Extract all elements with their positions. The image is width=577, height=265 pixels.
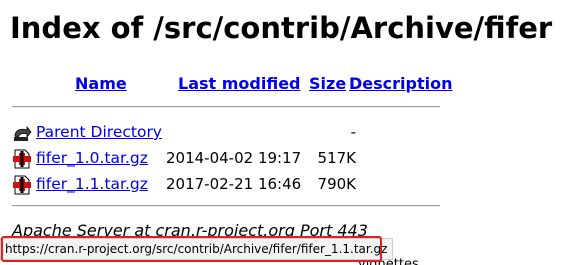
file-link[interactable]: fifer_1.0.tar.gz	[36, 147, 148, 169]
compressed-file-icon	[12, 175, 32, 195]
table-row-parent: Parent Directory -	[12, 121, 452, 143]
back-arrow-icon	[12, 123, 32, 143]
sort-by-size-link[interactable]: Size	[309, 74, 346, 94]
status-url-highlight-box	[1, 236, 382, 262]
directory-listing-page: Index of /src/contrib/Archive/fifer Name…	[0, 0, 577, 265]
compressed-file-icon	[12, 149, 32, 169]
table-row: fifer_1.1.tar.gz 2017-02-21 16:46 790K	[12, 173, 452, 195]
sort-by-name-link[interactable]: Name	[75, 74, 127, 94]
file-date: 2017-02-21 16:46	[166, 175, 302, 193]
file-size: 517K	[317, 149, 356, 167]
page-title: Index of /src/contrib/Archive/fifer	[10, 11, 553, 45]
file-link[interactable]: fifer_1.1.tar.gz	[36, 173, 148, 195]
header-divider	[12, 106, 440, 108]
footer-divider	[12, 205, 440, 207]
sort-by-description-link[interactable]: Description	[349, 74, 452, 94]
file-date: 2014-04-02 19:17	[166, 149, 302, 167]
file-size: 790K	[317, 175, 356, 193]
parent-size: -	[350, 123, 356, 141]
parent-directory-link[interactable]: Parent Directory	[36, 121, 162, 143]
sort-by-last-modified-link[interactable]: Last modified	[178, 74, 301, 94]
table-row: fifer_1.0.tar.gz 2014-04-02 19:17 517K	[12, 147, 452, 169]
